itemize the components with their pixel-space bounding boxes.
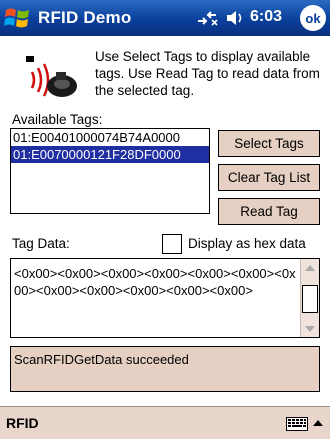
tag-data-label: Tag Data: <box>12 236 70 251</box>
sip-up-arrow-icon[interactable] <box>312 416 324 430</box>
tag-item-selected[interactable]: 01:E0070000121F28DF0000 <box>11 146 209 163</box>
scroll-down-arrow-icon[interactable] <box>301 320 319 337</box>
tag-data-scrollbar[interactable] <box>300 259 319 337</box>
clock[interactable]: 6:03 <box>250 8 282 26</box>
available-tags-label: Available Tags: <box>12 112 103 127</box>
instructions-text: Use Select Tags to display available tag… <box>95 49 320 98</box>
keyboard-icon[interactable] <box>286 417 308 431</box>
rfid-reader-icon <box>26 56 77 97</box>
hex-data-checkbox[interactable] <box>162 234 182 254</box>
tag-data-text: <0x00><0x00><0x00><0x00><0x00><0x00><0x0… <box>14 266 296 298</box>
ok-button[interactable]: ok <box>300 5 326 31</box>
connectivity-icon[interactable] <box>196 9 218 27</box>
select-tags-button[interactable]: Select Tags <box>218 130 320 157</box>
read-tag-button[interactable]: Read Tag <box>218 198 320 225</box>
windows-start-icon[interactable] <box>3 4 31 32</box>
title-bar: RFID Demo 6:03 ok <box>0 0 330 36</box>
tag-data-textbox[interactable]: <0x00><0x00><0x00><0x00><0x00><0x00><0x0… <box>10 258 320 338</box>
app-title: RFID Demo <box>38 8 132 27</box>
status-box: ScanRFIDGetData succeeded <box>10 346 320 392</box>
clear-tag-list-button[interactable]: Clear Tag List <box>218 164 320 191</box>
volume-icon[interactable] <box>225 9 245 27</box>
menu-bar: RFID <box>0 406 330 439</box>
scroll-thumb[interactable] <box>302 285 318 313</box>
available-tags-list[interactable]: 01:E00401000074B74A0000 01:E0070000121F2… <box>10 128 210 214</box>
status-text: ScanRFIDGetData succeeded <box>14 352 189 367</box>
tag-item[interactable]: 01:E00401000074B74A0000 <box>11 129 209 146</box>
scroll-up-arrow-icon[interactable] <box>301 259 319 276</box>
hex-data-checkbox-label[interactable]: Display as hex data <box>188 236 306 251</box>
rfid-menu[interactable]: RFID <box>6 415 39 431</box>
